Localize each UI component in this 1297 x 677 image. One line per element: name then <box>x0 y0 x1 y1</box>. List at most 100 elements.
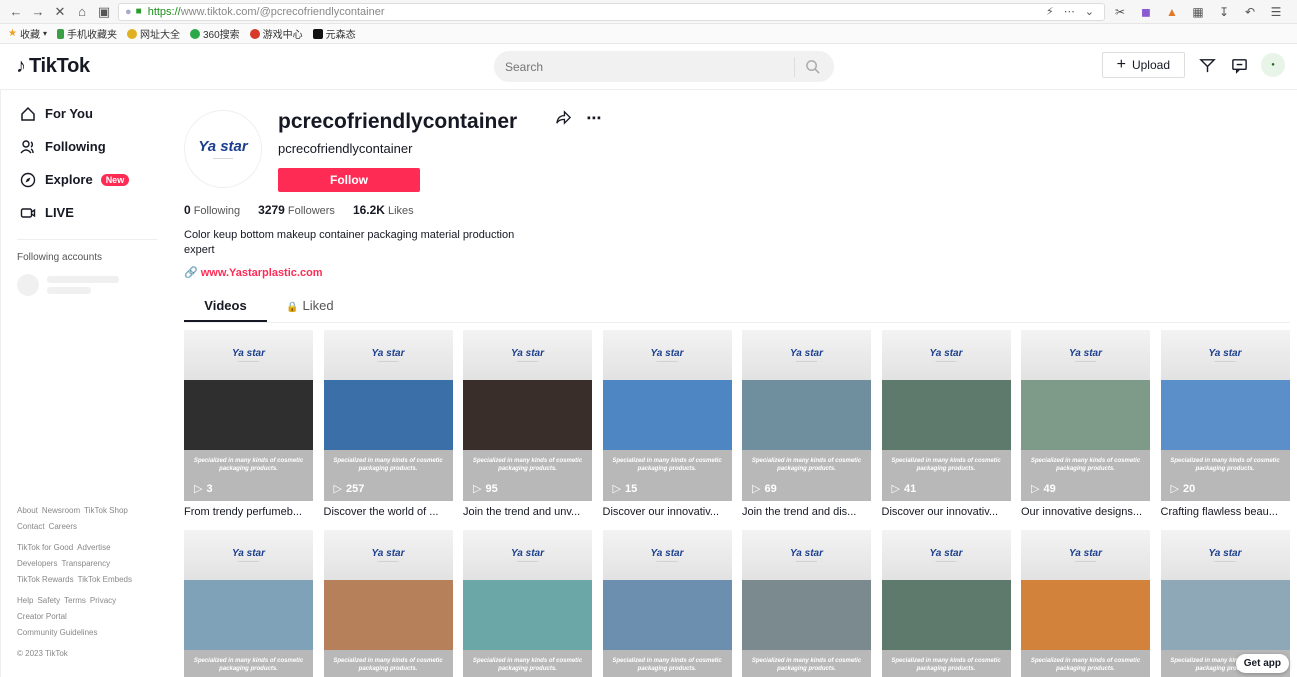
lightning-icon[interactable]: ⚡ <box>1046 5 1054 18</box>
footer-link[interactable]: Safety <box>37 596 60 605</box>
share-icon[interactable] <box>555 109 572 130</box>
video-thumbnail[interactable]: Ya star ――――――― Specialized in many kinds … <box>463 330 592 501</box>
video-thumbnail[interactable]: Ya star ――――――― Specialized in many kinds … <box>881 330 1011 501</box>
upload-button[interactable]: + Upload <box>1101 52 1185 78</box>
footer-link[interactable]: TikTok Rewards <box>17 575 74 584</box>
video-card[interactable]: Ya star ――――――― Specialized in many kinds … <box>881 530 1011 677</box>
chevron-down-icon[interactable]: ⌄ <box>1085 5 1094 18</box>
footer-link[interactable]: About <box>17 506 38 515</box>
grid-icon[interactable]: ▦ <box>1191 5 1205 19</box>
undo-icon[interactable]: ↶ <box>1243 5 1257 19</box>
bookmark-item[interactable]: 360搜索 <box>189 26 240 41</box>
video-caption[interactable]: Discover our innovativ... <box>882 506 1011 521</box>
send-icon[interactable] <box>1197 55 1217 75</box>
video-thumbnail[interactable]: Ya star ――――――― Specialized in many kinds … <box>184 530 313 677</box>
video-caption[interactable]: Join the trend and unv... <box>463 506 592 521</box>
address-bar[interactable]: ● ■ https://www.tiktok.com/@pcrecofriend… <box>118 2 1105 21</box>
scissors-icon[interactable]: ✂ <box>1113 5 1127 19</box>
footer-link[interactable]: TikTok Embeds <box>78 575 132 584</box>
game-icon[interactable]: ▲ <box>1165 5 1179 19</box>
sidebar-item-for-you[interactable]: For You <box>9 97 170 130</box>
bag-icon[interactable]: ▣ <box>96 4 112 20</box>
video-thumbnail[interactable]: Ya star ――――――― Specialized in many kinds … <box>881 530 1011 677</box>
bookmark-item[interactable]: 网址大全 <box>126 26 180 41</box>
video-card[interactable]: Ya star ――――――― Specialized in many kinds … <box>463 330 592 521</box>
video-card[interactable]: Ya star ――――――― Specialized in many kinds … <box>1021 530 1150 677</box>
footer-link[interactable]: Community Guidelines <box>17 628 97 637</box>
sidebar-item-explore[interactable]: Explore New <box>9 163 170 196</box>
inbox-icon[interactable] <box>1229 55 1249 75</box>
footer-link[interactable]: Advertise <box>77 543 110 552</box>
extension-icon[interactable]: ◼ <box>1139 5 1153 19</box>
video-card[interactable]: Ya star ――――――― Specialized in many kinds … <box>1160 330 1290 521</box>
get-app-button[interactable]: Get app <box>1235 654 1289 673</box>
footer-link[interactable]: Developers <box>17 559 57 568</box>
footer-link[interactable]: Contact <box>17 522 45 531</box>
back-icon[interactable]: ← <box>8 4 24 20</box>
video-caption[interactable]: From trendy perfumeb... <box>184 506 313 521</box>
video-card[interactable]: Ya star ――――――― Specialized in many kinds … <box>463 530 592 677</box>
home-browser-icon[interactable]: ⌂ <box>74 4 90 20</box>
video-caption[interactable]: Discover our innovativ... <box>603 506 732 521</box>
footer-link[interactable]: TikTok Shop <box>84 506 128 515</box>
more-options-icon[interactable]: ⋯ <box>586 109 601 130</box>
video-card[interactable]: Ya star ――――――― Specialized in many kinds … <box>323 530 453 677</box>
video-thumbnail[interactable]: Ya star ――――――― Specialized in many kinds … <box>184 330 313 501</box>
video-thumbnail[interactable]: Ya star ――――――― Specialized in many kinds … <box>742 530 871 677</box>
stat-following[interactable]: 0 Following <box>184 203 240 217</box>
video-card[interactable]: Ya star ――――――― Specialized in many kinds … <box>184 530 313 677</box>
video-caption[interactable]: Join the trend and dis... <box>742 506 871 521</box>
video-card[interactable]: Ya star ――――――― Specialized in many kinds … <box>1021 330 1150 521</box>
footer-link[interactable]: Privacy <box>90 596 116 605</box>
footer-link[interactable]: Help <box>17 596 33 605</box>
stat-followers[interactable]: 3279 Followers <box>258 203 335 217</box>
video-caption[interactable]: Discover the world of ... <box>324 506 453 521</box>
video-thumbnail[interactable]: Ya star ――――――― Specialized in many kinds … <box>1021 530 1150 677</box>
stop-icon[interactable]: ✕ <box>52 4 68 20</box>
footer-link[interactable]: Newsroom <box>42 506 80 515</box>
video-thumbnail[interactable]: Ya star ――――――― Specialized in many kinds … <box>1160 330 1290 501</box>
forward-icon[interactable]: → <box>30 4 46 20</box>
footer-link[interactable]: Transparency <box>61 559 110 568</box>
video-caption[interactable]: Crafting flawless beau... <box>1161 506 1290 521</box>
download-icon[interactable]: ↧ <box>1217 5 1231 19</box>
video-thumbnail[interactable]: Ya star ――――――― Specialized in many kinds … <box>323 330 453 501</box>
more-icon[interactable]: ⋯ <box>1064 5 1075 18</box>
video-card[interactable]: Ya star ――――――― Specialized in many kinds … <box>742 530 871 677</box>
video-thumbnail[interactable]: Ya star ――――――― Specialized in many kinds … <box>1021 330 1150 501</box>
footer-link[interactable]: Creator Portal <box>17 612 67 621</box>
bookmark-item[interactable]: 元森态 <box>312 26 356 41</box>
bookmark-item[interactable]: ★ 收藏 ▾ <box>8 26 47 41</box>
tiktok-logo[interactable]: ♪ TikTok <box>0 55 300 78</box>
follow-button[interactable]: Follow <box>278 168 420 192</box>
search-input[interactable] <box>494 51 794 82</box>
video-card[interactable]: Ya star ――――――― Specialized in many kinds … <box>602 330 732 521</box>
video-thumbnail[interactable]: Ya star ――――――― Specialized in many kinds … <box>602 330 732 501</box>
video-card[interactable]: Ya star ――――――― Specialized in many kinds … <box>881 330 1011 521</box>
search-icon[interactable] <box>795 59 829 74</box>
video-card[interactable]: Ya star ――――――― Specialized in many kinds … <box>323 330 453 521</box>
sidebar-item-live[interactable]: LIVE <box>9 196 170 229</box>
menu-icon[interactable]: ☰ <box>1269 5 1283 19</box>
video-card[interactable]: Ya star ――――――― Specialized in many kinds … <box>184 330 313 521</box>
video-caption[interactable]: Our innovative designs... <box>1021 506 1150 521</box>
video-thumbnail[interactable]: Ya star ――――――― Specialized in many kinds … <box>602 530 732 677</box>
footer-link[interactable]: TikTok for Good <box>17 543 73 552</box>
footer-link[interactable]: Careers <box>49 522 77 531</box>
view-count: ▷ 20 <box>1170 482 1196 496</box>
sidebar-item-following[interactable]: Following <box>9 130 170 163</box>
video-thumbnail[interactable]: Ya star ――――――― Specialized in many kinds … <box>323 530 453 677</box>
profile-link[interactable]: 🔗 www.Yastarplastic.com <box>184 266 1297 280</box>
user-avatar[interactable]: ● <box>1261 53 1285 77</box>
bookmark-item[interactable]: 游戏中心 <box>249 26 303 41</box>
plus-icon: + <box>1116 56 1126 73</box>
footer-link[interactable]: Terms <box>64 596 86 605</box>
video-thumbnail[interactable]: Ya star ――――――― Specialized in many kinds … <box>742 330 871 501</box>
tab-videos[interactable]: Videos <box>184 295 267 322</box>
video-thumbnail[interactable]: Ya star ――――――― Specialized in many kinds … <box>463 530 592 677</box>
bookmark-item[interactable]: 手机收藏夹 <box>56 26 117 41</box>
thumbnail-brand-subtext-decoration: ――――――― <box>935 558 957 563</box>
video-card[interactable]: Ya star ――――――― Specialized in many kinds … <box>742 330 871 521</box>
tab-liked[interactable]: 🔒 Liked <box>267 295 353 322</box>
video-card[interactable]: Ya star ――――――― Specialized in many kinds … <box>602 530 732 677</box>
